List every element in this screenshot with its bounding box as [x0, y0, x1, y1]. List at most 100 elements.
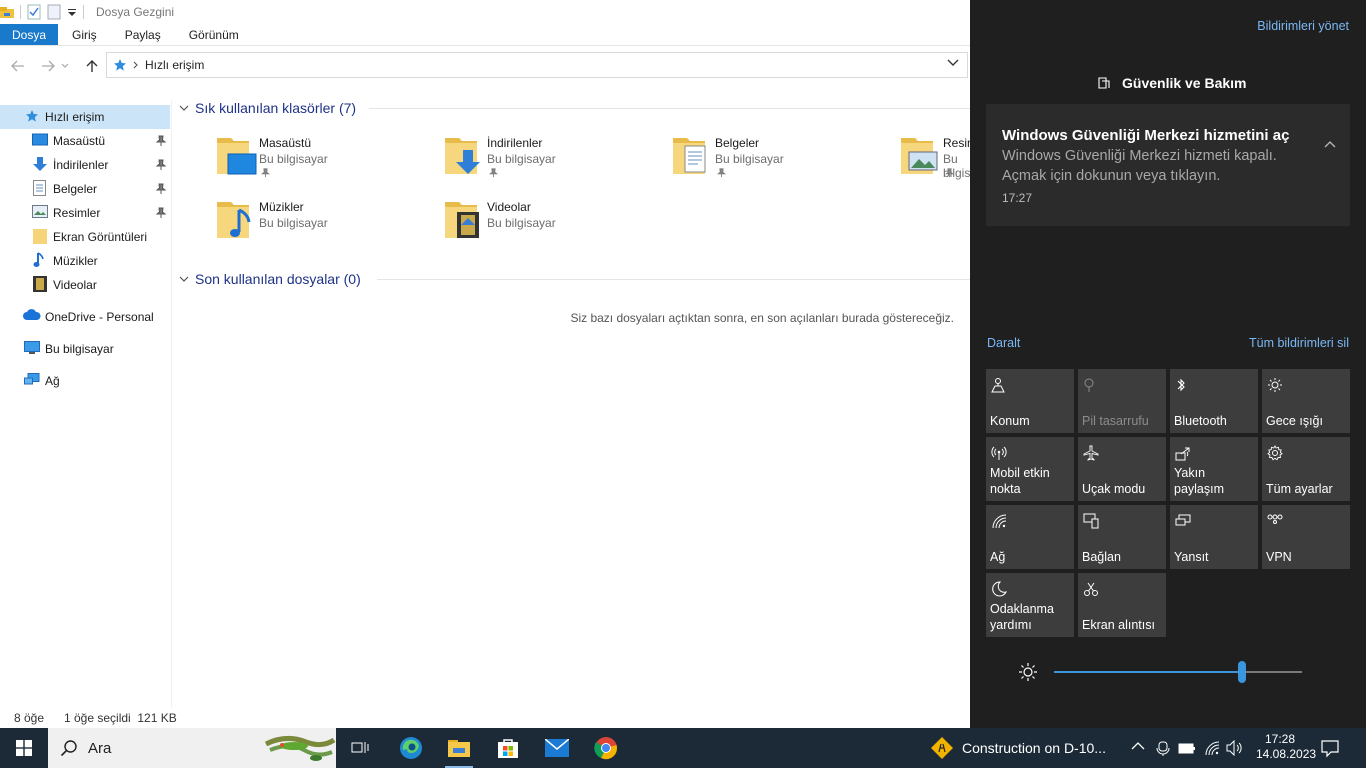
- chevron-down-icon[interactable]: [947, 59, 959, 67]
- sidebar-item-pictures[interactable]: Resimler: [0, 201, 170, 225]
- music-folder-icon: [215, 198, 259, 242]
- folder-tile-desktop[interactable]: Masaüstü Bu bilgisayar: [215, 134, 435, 190]
- tile-label: Uçak modu: [1082, 482, 1146, 496]
- sidebar-item-music[interactable]: Müzikler: [0, 249, 170, 273]
- sidebar-item-label: Müzikler: [53, 254, 98, 268]
- folder-name: Belgeler: [715, 136, 760, 150]
- tile-nearby-sharing[interactable]: Yakın paylaşım: [1170, 437, 1258, 501]
- folder-tile-pictures[interactable]: Resimler Bu bilgisayar: [899, 134, 970, 190]
- recent-locations-button[interactable]: [58, 52, 72, 80]
- taskbar-search-box[interactable]: Ara: [48, 728, 336, 768]
- status-bar: 8 öğe 1 öğe seçildi 121 KB: [0, 708, 970, 728]
- computer-icon: [24, 341, 40, 357]
- sidebar-item-screenshots[interactable]: Ekran Görüntüleri: [0, 225, 170, 249]
- start-button[interactable]: [0, 728, 48, 768]
- tile-battery-saver[interactable]: Pil tasarrufu: [1078, 369, 1166, 433]
- folder-name: Videolar: [487, 200, 531, 214]
- taskbar-app-store[interactable]: [484, 728, 532, 768]
- sidebar-item-onedrive[interactable]: OneDrive - Personal: [0, 305, 170, 329]
- tab-home[interactable]: Giriş: [58, 24, 111, 45]
- manage-notifications-link[interactable]: Bildirimleri yönet: [1257, 19, 1349, 33]
- tile-label: Ağ: [990, 550, 1006, 564]
- show-hidden-icons-chevron-up-icon[interactable]: [1131, 741, 1145, 751]
- star-icon: [113, 58, 127, 72]
- tile-all-settings[interactable]: Tüm ayarlar: [1262, 437, 1350, 501]
- tile-screen-snip[interactable]: Ekran alıntısı: [1078, 573, 1166, 637]
- news-and-interests-widget[interactable]: Construction on D-10...: [930, 728, 1106, 768]
- collapse-link[interactable]: Daralt: [987, 336, 1020, 350]
- properties-icon[interactable]: [27, 4, 41, 20]
- tab-file[interactable]: Dosya: [0, 24, 59, 45]
- folder-tile-documents[interactable]: Belgeler Bu bilgisayar: [671, 134, 891, 190]
- folder-tile-downloads[interactable]: İndirilenler Bu bilgisayar: [443, 134, 663, 190]
- breadcrumb[interactable]: Hızlı erişim: [145, 58, 204, 72]
- tab-share[interactable]: Paylaş: [111, 24, 175, 45]
- sidebar-item-label: Ekran Görüntüleri: [53, 230, 148, 244]
- tile-label: Tüm ayarlar: [1266, 482, 1333, 496]
- divider: [369, 108, 970, 109]
- weather-text: Construction on D-10...: [962, 740, 1106, 756]
- brightness-slider-thumb[interactable]: [1238, 661, 1247, 683]
- up-button[interactable]: [78, 52, 106, 80]
- notification-card[interactable]: Windows Güvenliği Merkezi hizmetini aç W…: [986, 104, 1350, 226]
- chevron-up-icon[interactable]: [1324, 140, 1336, 148]
- brightness-slider[interactable]: [1054, 661, 1302, 683]
- content-pane: Sık kullanılan klasörler (7) Masaüstü Bu…: [173, 90, 970, 708]
- address-bar[interactable]: Hızlı erişim: [106, 52, 968, 78]
- tab-view[interactable]: Görünüm: [175, 24, 253, 45]
- task-view-icon: [350, 740, 370, 756]
- new-folder-icon[interactable]: [47, 4, 61, 20]
- folder-tile-videos[interactable]: Videolar Bu bilgisayar: [443, 198, 663, 254]
- sidebar-item-label: Resimler: [53, 206, 101, 220]
- edge-browser-icon: [399, 736, 423, 760]
- taskbar-clock[interactable]: 17:28 14.08.2023: [1256, 732, 1316, 762]
- windows-logo-icon: [16, 740, 32, 756]
- selection-info: 1 öğe seçildi 121 KB: [64, 711, 177, 725]
- tile-network[interactable]: Ağ: [986, 505, 1074, 569]
- navigation-pane: Hızlı erişim Masaüstü İndirilenler Belge…: [0, 100, 172, 708]
- bluetooth-icon: [1175, 377, 1187, 393]
- sidebar-item-this-pc[interactable]: Bu bilgisayar: [0, 337, 170, 361]
- network-icon: [24, 373, 40, 389]
- meet-now-icon[interactable]: [1156, 740, 1170, 756]
- tile-location[interactable]: Konum: [986, 369, 1074, 433]
- tile-mobile-hotspot[interactable]: Mobil etkin nokta: [986, 437, 1074, 501]
- taskbar-app-mail[interactable]: [533, 728, 581, 768]
- item-count: 8 öğe: [14, 711, 45, 725]
- tile-bluetooth[interactable]: Bluetooth: [1170, 369, 1258, 433]
- recent-files-header[interactable]: Son kullanılan dosyalar (0): [179, 271, 361, 287]
- wifi-icon[interactable]: [1204, 740, 1220, 756]
- tile-project[interactable]: Yansıt: [1170, 505, 1258, 569]
- volume-icon[interactable]: [1226, 740, 1244, 756]
- tile-focus-assist[interactable]: Odaklanma yardımı: [986, 573, 1074, 637]
- sidebar-item-videos[interactable]: Videolar: [0, 273, 170, 297]
- sidebar-item-downloads[interactable]: İndirilenler: [0, 153, 170, 177]
- tile-airplane-mode[interactable]: Uçak modu: [1078, 437, 1166, 501]
- sidebar-item-network[interactable]: Ağ: [0, 369, 170, 393]
- clear-all-notifications-link[interactable]: Tüm bildirimleri sil: [1249, 336, 1349, 350]
- notification-center-icon[interactable]: [1320, 738, 1340, 758]
- folder-tile-music[interactable]: Müzikler Bu bilgisayar: [215, 198, 435, 254]
- sidebar-item-desktop[interactable]: Masaüstü: [0, 129, 170, 153]
- sidebar-item-documents[interactable]: Belgeler: [0, 177, 170, 201]
- tile-night-light[interactable]: Gece ışığı: [1262, 369, 1350, 433]
- back-button[interactable]: [4, 52, 32, 80]
- tile-vpn[interactable]: VPN: [1262, 505, 1350, 569]
- search-highlight-illustration: [256, 728, 336, 768]
- group-title: Son kullanılan dosyalar (0): [195, 271, 361, 287]
- battery-icon[interactable]: [1178, 742, 1196, 754]
- hotspot-icon: [991, 445, 1007, 461]
- taskbar-app-edge[interactable]: [387, 728, 435, 768]
- music-note-icon: [33, 252, 49, 268]
- tile-connect[interactable]: Bağlan: [1078, 505, 1166, 569]
- customize-quick-access-icon[interactable]: [67, 7, 77, 17]
- task-view-button[interactable]: [336, 728, 384, 768]
- pin-icon: [489, 168, 498, 178]
- taskbar-app-file-explorer[interactable]: [435, 728, 483, 768]
- frequent-folders-header[interactable]: Sık kullanılan klasörler (7): [179, 100, 356, 116]
- sidebar-item-quick-access[interactable]: Hızlı erişim: [0, 105, 170, 129]
- explorer-app-icon[interactable]: [0, 5, 14, 19]
- mail-icon: [545, 739, 569, 757]
- folder-location: Bu bilgisayar: [715, 152, 784, 166]
- taskbar-app-chrome[interactable]: [582, 728, 630, 768]
